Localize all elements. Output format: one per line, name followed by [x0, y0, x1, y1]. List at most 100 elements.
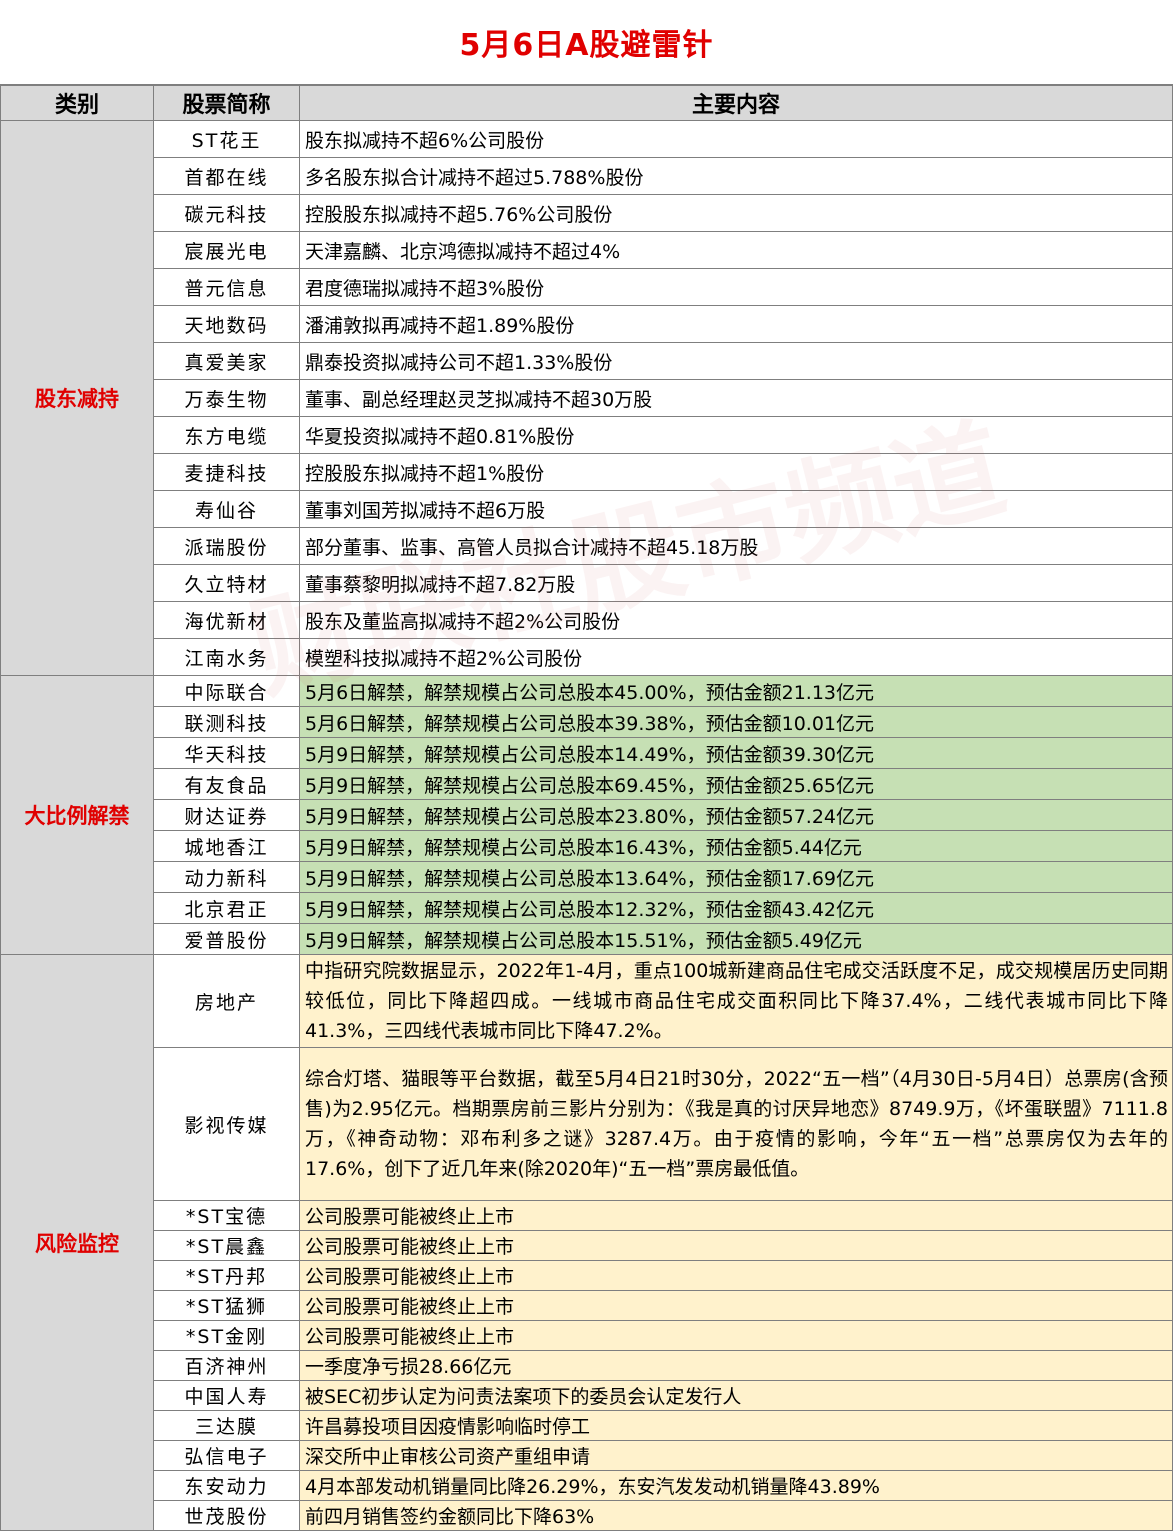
- stock-name-cell: 首都在线: [153, 157, 300, 195]
- content-cell: 5月9日解禁，解禁规模占公司总股本69.45%，预估金额25.65亿元: [299, 768, 1173, 800]
- content-cell: 4月本部发动机销量同比降26.29%，东安汽发发动机销量降43.89%: [299, 1470, 1173, 1501]
- table-row: 寿仙谷 董事刘国芳拟减持不超6万股: [1, 490, 1173, 528]
- header-category: 类别: [0, 85, 154, 121]
- stock-name-cell: 北京君正: [153, 892, 300, 924]
- table-row: 首都在线 多名股东拟合计减持不超过5.788%股份: [1, 157, 1173, 195]
- table-row: 江南水务 模塑科技拟减持不超2%公司股份: [1, 638, 1173, 676]
- stock-name-cell: 江南水务: [153, 638, 300, 676]
- stock-warning-table: 类别 股票简称 主要内容 股东减持 ST花王 股东拟减持不超6%公司股份 首都在线 多名…: [0, 85, 1173, 1531]
- stock-name-cell: 天地数码: [153, 305, 300, 343]
- stock-name-cell: 房地产: [153, 954, 300, 1048]
- table-row: 万泰生物 董事、副总经理赵灵芝拟减持不超30万股: [1, 379, 1173, 417]
- table-row: 真爱美家 鼎泰投资拟减持公司不超1.33%股份: [1, 342, 1173, 380]
- content-cell: 控股股东拟减持不超1%股份: [299, 453, 1173, 491]
- stock-name-cell: 宸展光电: [153, 231, 300, 269]
- stock-name-cell: *ST宝德: [153, 1200, 300, 1231]
- stock-name-cell: 东方电缆: [153, 416, 300, 454]
- stock-name-cell: 财达证券: [153, 799, 300, 831]
- table-row: *ST丹邦 公司股票可能被终止上市: [1, 1260, 1173, 1291]
- content-cell: 模塑科技拟减持不超2%公司股份: [299, 638, 1173, 676]
- content-cell: 前四月销售签约金额同比下降63%: [299, 1500, 1173, 1531]
- category-shareholder-reduction: 股东减持: [0, 120, 154, 676]
- table-row: 动力新科 5月9日解禁，解禁规模占公司总股本13.64%，预估金额17.69亿元: [1, 861, 1173, 893]
- table-row: 弘信电子 深交所中止审核公司资产重组申请: [1, 1440, 1173, 1471]
- content-cell: 公司股票可能被终止上市: [299, 1230, 1173, 1261]
- content-cell: 公司股票可能被终止上市: [299, 1320, 1173, 1351]
- table-body: 类别 股票简称 主要内容 股东减持 ST花王 股东拟减持不超6%公司股份 首都在线 多名…: [0, 85, 1173, 1531]
- stock-name-cell: 派瑞股份: [153, 527, 300, 565]
- table-row: 东安动力 4月本部发动机销量同比降26.29%，东安汽发发动机销量降43.89%: [1, 1470, 1173, 1501]
- content-cell: 一季度净亏损28.66亿元: [299, 1350, 1173, 1381]
- table-row: 久立特材 董事蔡黎明拟减持不超7.82万股: [1, 564, 1173, 602]
- category-risk-monitor: 风险监控: [0, 954, 154, 1531]
- stock-name-cell: 城地香江: [153, 830, 300, 862]
- table-row: 爱普股份 5月9日解禁，解禁规模占公司总股本15.51%，预估金额5.49亿元: [1, 923, 1173, 955]
- stock-name-cell: 碳元科技: [153, 194, 300, 232]
- table-row: 麦捷科技 控股股东拟减持不超1%股份: [1, 453, 1173, 491]
- stock-name-cell: 普元信息: [153, 268, 300, 306]
- content-cell: 5月9日解禁，解禁规模占公司总股本15.51%，预估金额5.49亿元: [299, 923, 1173, 955]
- content-cell: 许昌募投项目因疫情影响临时停工: [299, 1410, 1173, 1441]
- stock-name-cell: *ST晨鑫: [153, 1230, 300, 1261]
- content-cell: 股东及董监高拟减持不超2%公司股份: [299, 601, 1173, 639]
- table-row: 北京君正 5月9日解禁，解禁规模占公司总股本12.32%，预估金额43.42亿元: [1, 892, 1173, 924]
- stock-name-cell: 中际联合: [153, 675, 300, 707]
- content-cell: 多名股东拟合计减持不超过5.788%股份: [299, 157, 1173, 195]
- stock-name-cell: *ST金刚: [153, 1320, 300, 1351]
- content-cell: 5月6日解禁，解禁规模占公司总股本39.38%，预估金额10.01亿元: [299, 706, 1173, 738]
- table-header-row: 类别 股票简称 主要内容: [0, 85, 1173, 121]
- stock-name-cell: 万泰生物: [153, 379, 300, 417]
- table-row: 宸展光电 天津嘉麟、北京鸿德拟减持不超过4%: [1, 231, 1173, 269]
- content-cell: 公司股票可能被终止上市: [299, 1260, 1173, 1291]
- table-row: 百济神州 一季度净亏损28.66亿元: [1, 1350, 1173, 1381]
- stock-name-cell: ST花王: [153, 120, 300, 158]
- content-cell: 君度德瑞拟减持不超3%股份: [299, 268, 1173, 306]
- content-cell: 5月9日解禁，解禁规模占公司总股本16.43%，预估金额5.44亿元: [299, 830, 1173, 862]
- table-row: 海优新材 股东及董监高拟减持不超2%公司股份: [1, 601, 1173, 639]
- content-cell: 公司股票可能被终止上市: [299, 1200, 1173, 1231]
- content-cell: 潘浦敦拟再减持不超1.89%股份: [299, 305, 1173, 343]
- stock-name-cell: 有友食品: [153, 768, 300, 800]
- content-cell: 控股股东拟减持不超5.76%公司股份: [299, 194, 1173, 232]
- content-cell: 公司股票可能被终止上市: [299, 1290, 1173, 1321]
- content-cell: 综合灯塔、猫眼等平台数据，截至5月4日21时30分，2022“五一档”（4月30…: [299, 1047, 1173, 1201]
- table-row: 世茂股份 前四月销售签约金额同比下降63%: [1, 1500, 1173, 1531]
- stock-name-cell: 爱普股份: [153, 923, 300, 955]
- table-row: *ST猛狮 公司股票可能被终止上市: [1, 1290, 1173, 1321]
- table-row: 影视传媒 综合灯塔、猫眼等平台数据，截至5月4日21时30分，2022“五一档”（…: [1, 1047, 1173, 1201]
- stock-name-cell: 动力新科: [153, 861, 300, 893]
- table-row: *ST晨鑫 公司股票可能被终止上市: [1, 1230, 1173, 1261]
- stock-name-cell: *ST丹邦: [153, 1260, 300, 1291]
- table-row: 三达膜 许昌募投项目因疫情影响临时停工: [1, 1410, 1173, 1441]
- stock-name-cell: 弘信电子: [153, 1440, 300, 1471]
- table-row: *ST宝德 公司股票可能被终止上市: [1, 1200, 1173, 1231]
- content-cell: 鼎泰投资拟减持公司不超1.33%股份: [299, 342, 1173, 380]
- stock-name-cell: 影视传媒: [153, 1047, 300, 1201]
- stock-name-cell: 久立特材: [153, 564, 300, 602]
- page-title: 5月6日A股避雷针: [0, 0, 1173, 85]
- header-stock-name: 股票简称: [153, 85, 300, 121]
- content-cell: 董事蔡黎明拟减持不超7.82万股: [299, 564, 1173, 602]
- content-cell: 华夏投资拟减持不超0.81%股份: [299, 416, 1173, 454]
- content-cell: 5月9日解禁，解禁规模占公司总股本14.49%，预估金额39.30亿元: [299, 737, 1173, 769]
- content-cell: 天津嘉麟、北京鸿德拟减持不超过4%: [299, 231, 1173, 269]
- header-content: 主要内容: [299, 85, 1173, 121]
- stock-name-cell: 寿仙谷: [153, 490, 300, 528]
- content-cell: 5月9日解禁，解禁规模占公司总股本23.80%，预估金额57.24亿元: [299, 799, 1173, 831]
- content-cell: 部分董事、监事、高管人员拟合计减持不超45.18万股: [299, 527, 1173, 565]
- table-row: 碳元科技 控股股东拟减持不超5.76%公司股份: [1, 194, 1173, 232]
- table-row: 大比例解禁 中际联合 5月6日解禁，解禁规模占公司总股本45.00%，预估金额21.…: [0, 675, 1173, 955]
- stock-name-cell: 东安动力: [153, 1470, 300, 1501]
- stock-name-cell: 华天科技: [153, 737, 300, 769]
- content-cell: 被SEC初步认定为问责法案项下的委员会认定发行人: [299, 1380, 1173, 1411]
- table-row: 华天科技 5月9日解禁，解禁规模占公司总股本14.49%，预估金额39.30亿元: [1, 737, 1173, 769]
- stock-name-cell: 中国人寿: [153, 1380, 300, 1411]
- content-cell: 董事刘国芳拟减持不超6万股: [299, 490, 1173, 528]
- table-row: 派瑞股份 部分董事、监事、高管人员拟合计减持不超45.18万股: [1, 527, 1173, 565]
- stock-name-cell: 海优新材: [153, 601, 300, 639]
- stock-name-cell: 真爱美家: [153, 342, 300, 380]
- stock-name-cell: 联测科技: [153, 706, 300, 738]
- stock-name-cell: 百济神州: [153, 1350, 300, 1381]
- content-cell: 5月6日解禁，解禁规模占公司总股本45.00%，预估金额21.13亿元: [299, 675, 1173, 707]
- table-row: 城地香江 5月9日解禁，解禁规模占公司总股本16.43%，预估金额5.44亿元: [1, 830, 1173, 862]
